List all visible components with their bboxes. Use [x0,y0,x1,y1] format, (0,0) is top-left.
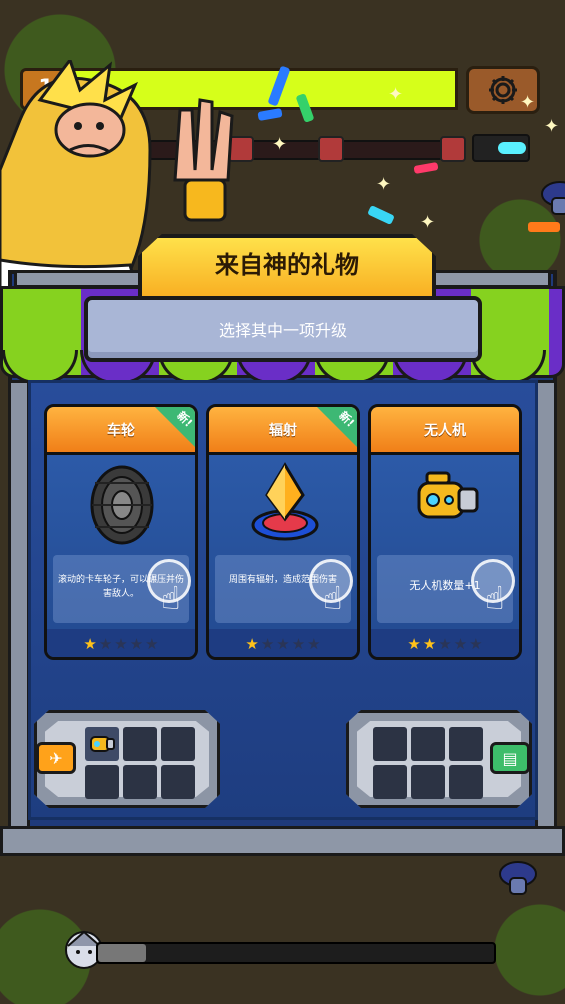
item-slot-empty[interactable] [411,765,445,799]
star-icon: ★ [129,635,144,653]
stage-progress-fill [98,944,146,962]
card-body: 滚动的卡车轮子，可以碾压并伤害敌人。 ☝ [47,455,195,629]
card-body: 周围有辐射，造成范围伤害 ☝ [209,455,357,629]
sparkle-icon: ✦ [520,92,536,113]
upgrade-card-radiation[interactable]: 辐射 新! 周围有辐射，造成范围伤害 ☝ ★ ★ ★ ★ ★ [206,404,360,660]
star-rating: ★ ★ ★ ★ ★ [209,629,357,657]
confetti [528,222,560,232]
star-icon: ★ [307,635,321,653]
card-name: 无人机 [424,422,466,439]
star-icon: ★ [438,635,452,653]
energy-gauge [472,134,530,162]
weapon-slot-empty[interactable] [161,765,195,799]
frame-pillar [8,380,30,830]
mushroom-enemy-icon [499,861,537,895]
card-body: 无人机数量+1 ☝ [371,455,519,629]
star-icon: ★ [453,635,468,653]
upgrade-card-drone[interactable]: 无人机 无人机数量+1 ☝ ★ ★ ★ ★ ★ [368,404,522,660]
dialog-subtitle: 选择其中一项升级 [218,321,347,340]
sparkle-icon: ✦ [544,116,560,137]
star-icon: ★ [145,635,159,653]
star-icon: ★ [245,635,259,653]
pointing-hand-icon: ☝ [161,579,181,617]
item-tab-icon[interactable]: ▤ [490,742,530,774]
weapon-slot-empty[interactable] [123,765,157,799]
card-header: 无人机 [371,407,519,455]
sparkle-icon: ✦ [388,84,404,105]
drone-icon [417,471,479,519]
radiation-crystal-icon [251,462,319,541]
gear-icon [489,76,517,104]
weapon-tab-icon[interactable]: ✈ [36,742,76,774]
star-icon: ★ [83,635,97,653]
stage-progress-bar [96,942,496,964]
item-slot-empty[interactable] [449,765,483,799]
sparkle-icon: ✦ [420,212,436,233]
dialog-title: 来自神的礼物 [215,250,359,279]
boss-marker-icon [318,136,344,162]
star-icon: ★ [422,635,437,653]
star-icon: ★ [276,635,290,653]
mushroom-enemy-icon [541,181,565,215]
item-slot-empty[interactable] [449,727,483,761]
star-icon: ★ [114,635,128,653]
drone-icon [90,736,115,752]
frame-bottom-rail [0,826,565,856]
weapon-slot-empty[interactable] [85,765,119,799]
weapon-slot-empty[interactable] [123,727,157,761]
star-rating: ★ ★ ★ ★ ★ [47,629,195,657]
subtitle-box: 选择其中一项升级 [84,296,482,362]
star-icon: ★ [291,635,306,653]
boss-marker-icon [440,136,466,162]
pointing-hand-icon: ☝ [323,579,343,617]
upgrade-card-wheel[interactable]: 车轮 新! 滚动的卡车轮子，可以碾压并伤害敌人。 ☝ ★ ★ ★ ★ ★ [44,404,198,660]
card-name: 辐射 [269,422,297,439]
star-rating: ★ ★ ★ ★ ★ [371,629,519,657]
item-slot-empty[interactable] [373,765,407,799]
card-name: 车轮 [107,422,135,439]
star-icon: ★ [469,635,483,653]
sparkle-icon: ✦ [272,134,288,155]
pointing-hand-icon: ☝ [485,579,505,617]
frame-pillar [535,380,557,830]
weapon-slot-empty[interactable] [161,727,195,761]
sparkle-icon: ✦ [376,174,392,195]
star-icon: ★ [407,635,421,653]
weapon-slot-filled[interactable] [85,727,119,761]
tire-icon [90,465,154,545]
star-icon: ★ [98,635,113,653]
item-slot-empty[interactable] [411,727,445,761]
star-icon: ★ [260,635,275,653]
item-slot-empty[interactable] [373,727,407,761]
